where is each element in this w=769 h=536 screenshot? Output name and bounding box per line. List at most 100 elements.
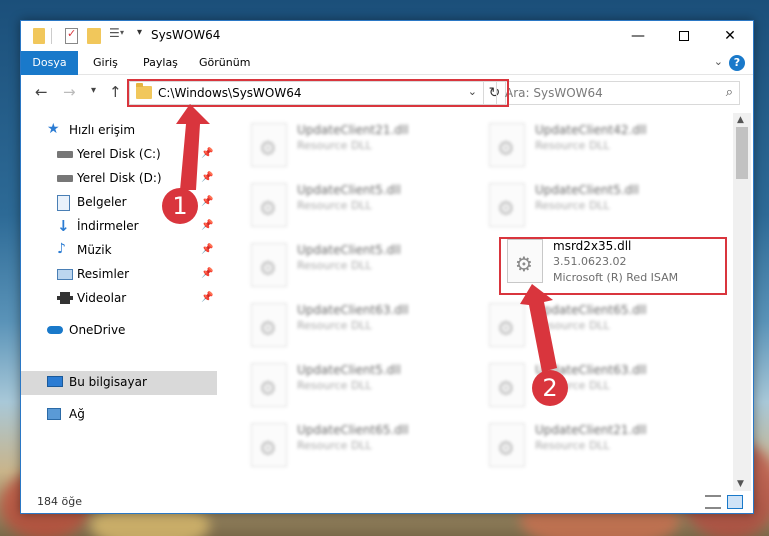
videos-icon bbox=[57, 292, 73, 304]
address-highlight-box bbox=[127, 79, 509, 107]
scroll-thumb[interactable] bbox=[736, 127, 748, 179]
maximize-icon bbox=[679, 31, 689, 41]
maximize-button[interactable] bbox=[661, 21, 707, 51]
dll-file-icon bbox=[489, 123, 525, 167]
tab-gorunum[interactable]: Görünüm bbox=[189, 51, 260, 75]
status-bar: 184 öğe bbox=[21, 491, 753, 513]
dll-file-icon bbox=[489, 183, 525, 227]
recent-locations-icon[interactable]: ▾ bbox=[91, 85, 96, 96]
sidebar-item-disk-d[interactable]: Yerel Disk (D:) 📌 bbox=[21, 167, 217, 191]
file-item[interactable]: UpdateClient5.dll Resource DLL bbox=[247, 239, 477, 295]
file-view: UpdateClient21.dll Resource DLL UpdateCl… bbox=[217, 113, 737, 491]
file-item[interactable]: UpdateClient63.dll Resource DLL bbox=[485, 359, 715, 415]
dll-file-icon bbox=[489, 303, 525, 347]
file-type: Resource DLL bbox=[297, 259, 372, 272]
sidebar-item-this-pc[interactable]: Bu bilgisayar bbox=[21, 371, 217, 395]
file-type: Resource DLL bbox=[297, 199, 372, 212]
details-view-icon[interactable] bbox=[705, 495, 721, 509]
separator bbox=[51, 28, 52, 44]
search-box[interactable]: Ara: SysWOW64 ⌕ bbox=[496, 81, 740, 105]
file-name: UpdateClient5.dll bbox=[297, 363, 401, 377]
file-type: Resource DLL bbox=[297, 379, 372, 392]
file-type: Resource DLL bbox=[297, 319, 372, 332]
sidebar-item-disk-c[interactable]: Yerel Disk (C:) 📌 bbox=[21, 143, 217, 167]
file-type: Resource DLL bbox=[535, 139, 610, 152]
help-button[interactable]: ? bbox=[729, 55, 745, 71]
minimize-icon: — bbox=[631, 28, 645, 44]
new-folder-icon[interactable] bbox=[87, 28, 101, 44]
vertical-scrollbar[interactable]: ▲ ▼ bbox=[733, 113, 751, 491]
tab-giris[interactable]: Giriş bbox=[83, 51, 128, 75]
pin-icon: 📌 bbox=[201, 196, 214, 207]
file-item[interactable]: UpdateClient21.dll Resource DLL bbox=[247, 119, 477, 175]
sidebar-item-quick-access[interactable]: ★ Hızlı erişim bbox=[21, 119, 217, 143]
up-arrow-icon[interactable]: ↑ bbox=[109, 83, 122, 101]
folder-icon bbox=[33, 28, 45, 44]
sidebar-item-label: İndirmeler bbox=[77, 219, 139, 233]
search-input[interactable]: Ara: SysWOW64 bbox=[505, 86, 603, 100]
file-item[interactable]: UpdateClient21.dll Resource DLL bbox=[485, 419, 715, 475]
file-item[interactable]: UpdateClient65.dll Resource DLL bbox=[485, 299, 715, 355]
file-item[interactable]: UpdateClient5.dll Resource DLL bbox=[247, 179, 477, 235]
dll-file-icon bbox=[489, 363, 525, 407]
sidebar-item-label: Belgeler bbox=[77, 195, 127, 209]
file-type: Resource DLL bbox=[297, 439, 372, 452]
sidebar-item-label: Hızlı erişim bbox=[69, 123, 136, 137]
qa-dropdown-icon[interactable]: ▾ bbox=[137, 27, 147, 44]
music-icon: ♪ bbox=[57, 241, 66, 257]
back-arrow-icon[interactable]: ← bbox=[35, 83, 48, 101]
downloads-icon: ↓ bbox=[57, 217, 70, 235]
customize-icon[interactable]: ☰ ▾ bbox=[109, 26, 125, 44]
sidebar-item-label: OneDrive bbox=[69, 323, 126, 337]
file-item[interactable]: UpdateClient5.dll Resource DLL bbox=[247, 359, 477, 415]
dll-file-icon bbox=[251, 303, 287, 347]
sidebar-item-network[interactable]: Ağ bbox=[21, 403, 217, 427]
search-icon: ⌕ bbox=[725, 85, 733, 100]
documents-icon bbox=[57, 195, 70, 211]
drive-icon bbox=[57, 151, 73, 158]
sidebar-item-music[interactable]: ♪ Müzik 📌 bbox=[21, 239, 217, 263]
forward-arrow-icon[interactable]: → bbox=[63, 83, 76, 101]
pictures-icon bbox=[57, 269, 73, 280]
sidebar-item-label: Ağ bbox=[69, 407, 85, 421]
ribbon-expand-icon[interactable]: ⌄ bbox=[714, 55, 723, 68]
sidebar-item-label: Müzik bbox=[77, 243, 112, 257]
file-item[interactable]: UpdateClient42.dll Resource DLL bbox=[485, 119, 715, 175]
pin-icon: 📌 bbox=[201, 268, 214, 279]
pin-icon: 📌 bbox=[201, 220, 214, 231]
sidebar-item-onedrive[interactable]: OneDrive bbox=[21, 319, 217, 343]
window-title: SysWOW64 bbox=[151, 28, 221, 42]
scroll-up-icon[interactable]: ▲ bbox=[737, 115, 744, 125]
file-name: UpdateClient65.dll bbox=[535, 303, 647, 317]
file-item[interactable]: UpdateClient5.dll Resource DLL bbox=[485, 179, 715, 235]
scroll-down-icon[interactable]: ▼ bbox=[737, 479, 744, 489]
sidebar-item-pictures[interactable]: Resimler 📌 bbox=[21, 263, 217, 287]
large-icons-view-icon[interactable] bbox=[727, 495, 743, 509]
file-name: UpdateClient5.dll bbox=[535, 183, 639, 197]
file-name: UpdateClient21.dll bbox=[297, 123, 409, 137]
file-item[interactable]: UpdateClient65.dll Resource DLL bbox=[247, 419, 477, 475]
file-type: Resource DLL bbox=[535, 319, 610, 332]
pin-icon: 📌 bbox=[201, 292, 214, 303]
navigation-pane: ★ Hızlı erişim Yerel Disk (C:) 📌 Yerel D… bbox=[21, 113, 217, 491]
tab-dosya[interactable]: Dosya bbox=[21, 51, 78, 75]
file-highlight-box bbox=[499, 237, 727, 295]
explorer-window: ✓ ☰ ▾ ▾ SysWOW64 — ✕ Dosya Giriş Paylaş … bbox=[20, 20, 754, 514]
file-type: Resource DLL bbox=[535, 439, 610, 452]
dll-file-icon bbox=[251, 123, 287, 167]
file-name: UpdateClient5.dll bbox=[297, 243, 401, 257]
ribbon: Dosya Giriş Paylaş Görünüm ⌄ ? bbox=[21, 51, 753, 75]
sidebar-item-label: Videolar bbox=[77, 291, 127, 305]
tab-paylas[interactable]: Paylaş bbox=[133, 51, 188, 75]
pin-icon: 📌 bbox=[201, 244, 214, 255]
close-button[interactable]: ✕ bbox=[707, 21, 753, 51]
dll-file-icon bbox=[489, 423, 525, 467]
step-1-badge: 1 bbox=[162, 188, 198, 224]
file-item[interactable]: UpdateClient63.dll Resource DLL bbox=[247, 299, 477, 355]
properties-icon[interactable]: ✓ bbox=[65, 27, 78, 44]
sidebar-item-videos[interactable]: Videolar 📌 bbox=[21, 287, 217, 311]
file-name: UpdateClient42.dll bbox=[535, 123, 647, 137]
navigation-bar: ← → ▾ ↑ C:\Windows\SysWOW64 ⌄ ↻ Ara: Sys… bbox=[21, 75, 753, 111]
file-type: Resource DLL bbox=[535, 199, 610, 212]
minimize-button[interactable]: — bbox=[615, 21, 661, 51]
